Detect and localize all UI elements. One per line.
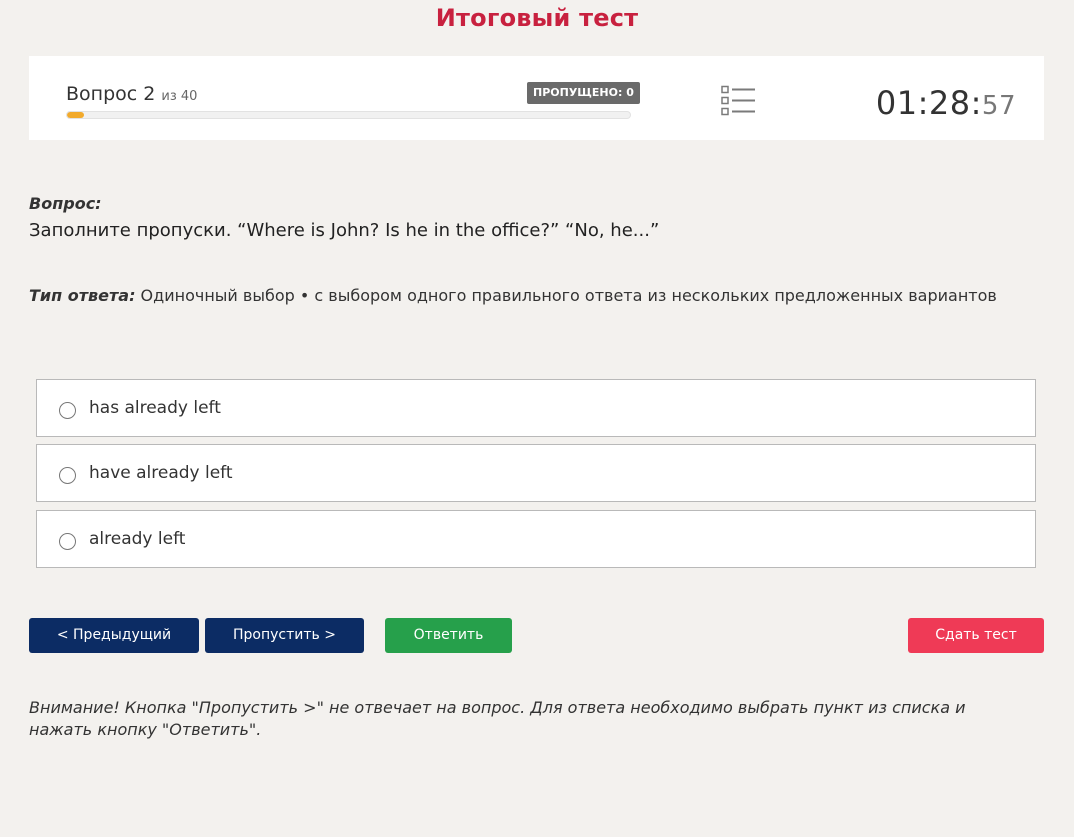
answer-type-value: Одиночный выбор • с выбором одного прави…	[135, 286, 997, 305]
timer-seconds: 57	[981, 91, 1016, 121]
answer-option-2[interactable]: have already left	[36, 444, 1036, 502]
timer: 01:28:57	[876, 84, 1016, 122]
previous-button[interactable]: < Предыдущий	[29, 618, 199, 653]
radio-button[interactable]	[59, 402, 76, 419]
page-title: Итоговый тест	[435, 4, 639, 32]
answer-button[interactable]: Ответить	[385, 618, 512, 653]
option-label: has already left	[89, 398, 221, 418]
answer-type-label: Тип ответа:	[29, 286, 136, 305]
skipped-badge: ПРОПУЩЕНО: 0	[527, 82, 640, 104]
question-text: Заполните пропуски. “Where is John? Is h…	[29, 220, 660, 241]
radio-button[interactable]	[59, 533, 76, 550]
question-number: Вопрос 2	[66, 83, 156, 105]
option-label: have already left	[89, 463, 233, 483]
list-icon-graphic	[721, 85, 755, 116]
list-icon[interactable]	[721, 85, 757, 117]
progress-fill	[67, 112, 84, 118]
progress-bar	[66, 111, 631, 119]
radio-button[interactable]	[59, 467, 76, 484]
answer-option-1[interactable]: has already left	[36, 379, 1036, 437]
answer-type: Тип ответа: Одиночный выбор • с выбором …	[29, 286, 997, 305]
question-total: из 40	[161, 89, 198, 104]
question-counter: Вопрос 2 из 40	[66, 83, 197, 105]
timer-main: 01:28:	[875, 84, 982, 122]
submit-test-button[interactable]: Сдать тест	[908, 618, 1044, 653]
answer-option-3[interactable]: already left	[36, 510, 1036, 568]
option-label: already left	[89, 529, 186, 549]
skip-button[interactable]: Пропустить >	[205, 618, 364, 653]
status-panel: Вопрос 2 из 40 ПРОПУЩЕНО: 0 01:28:57	[29, 56, 1044, 140]
notice-text: Внимание! Кнопка "Пропустить >" не отвеч…	[29, 698, 966, 739]
question-label: Вопрос:	[29, 194, 102, 213]
